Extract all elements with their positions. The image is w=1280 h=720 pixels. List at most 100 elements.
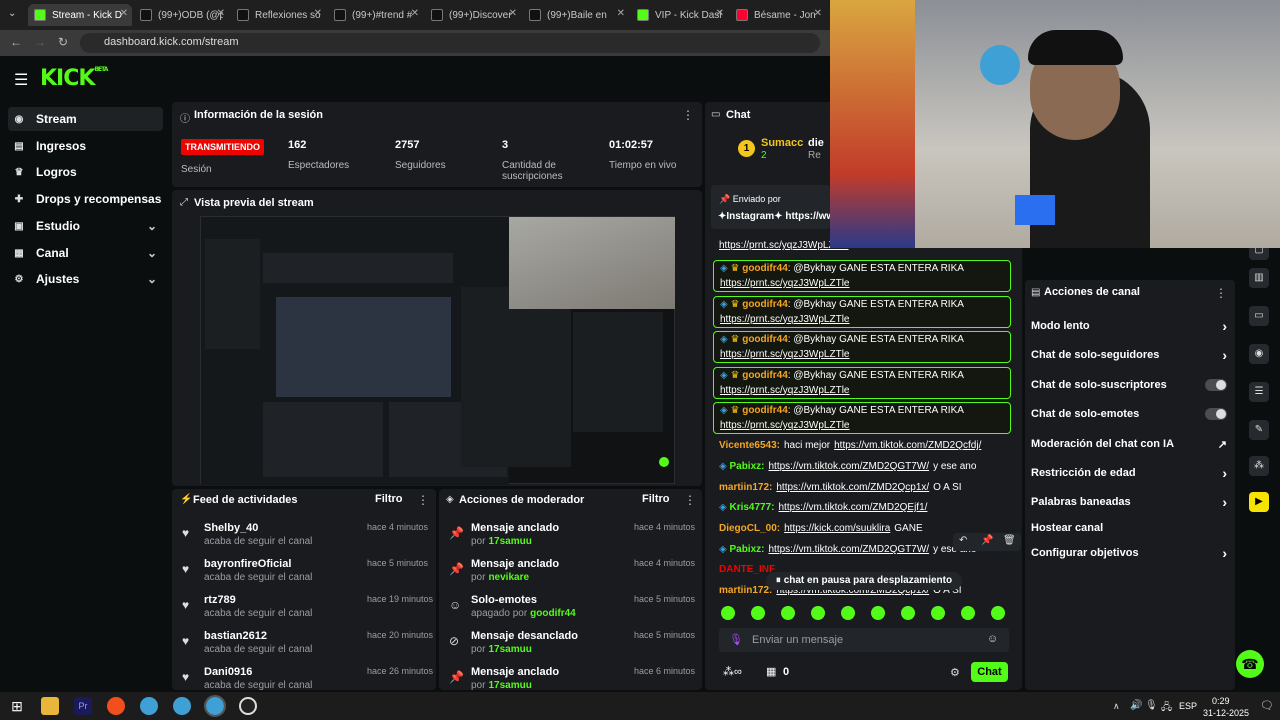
sidebar-item-estudio[interactable]: ▣ Estudio ⌄ xyxy=(8,214,163,238)
emote-icon[interactable] xyxy=(811,606,825,620)
emote-icon[interactable] xyxy=(901,606,915,620)
speaker-icon[interactable]: 🔊 xyxy=(1130,700,1142,711)
chat-message[interactable]: ◈ Pabixz: https://vm.tiktok.com/ZMD2QGT7W… xyxy=(719,461,976,472)
browser-tab[interactable]: Bésame - Jon ✕ xyxy=(730,4,826,26)
tab-close-icon[interactable]: ✕ xyxy=(314,8,322,19)
forward-icon[interactable]: → xyxy=(34,35,46,49)
chat-link[interactable]: https://vm.tiktok.com/ZMD2QEjf1/ xyxy=(779,502,928,513)
browser-tab[interactable]: Reflexiones sol ✕ xyxy=(231,4,326,26)
pin-icon[interactable]: 📌 xyxy=(981,535,993,546)
chat-input[interactable]: 🎙 Enviar un mensaje ☺ xyxy=(719,628,1009,652)
chevron-down-icon[interactable]: ⌄ xyxy=(147,246,157,260)
chevron-right-icon[interactable]: › xyxy=(1222,465,1227,481)
emote-icon[interactable] xyxy=(841,606,855,620)
emoji-icon[interactable]: ☺ xyxy=(987,633,998,645)
kick-logo[interactable]: KICKBETA xyxy=(40,66,108,91)
modaction-user[interactable]: 17samuu xyxy=(488,680,531,691)
chat-link[interactable]: https://vm.tiktok.com/ZMD2Qcfdj/ xyxy=(834,440,981,451)
chat-message[interactable]: Vicente6543: haci mejor https://vm.tiktok.… xyxy=(719,440,981,451)
emote-icon[interactable] xyxy=(751,606,765,620)
emote-icon[interactable] xyxy=(991,606,1005,620)
chevron-right-icon[interactable]: › xyxy=(1222,494,1227,510)
modaction-item[interactable]: ⊘ Mensaje desanclado por 17samuu hace 5 minu… xyxy=(439,630,702,664)
chevron-down-icon[interactable]: ⌄ xyxy=(147,219,157,233)
layout-icon[interactable]: ☰ xyxy=(1249,382,1269,402)
emote-icon[interactable] xyxy=(961,606,975,620)
tab-close-icon[interactable]: ✕ xyxy=(814,8,822,19)
chat-message[interactable]: martiin172: https://vm.tiktok.com/ZMD2Qcp… xyxy=(719,482,962,493)
feed-filter-button[interactable]: Filtro xyxy=(375,493,403,505)
browser-tab[interactable]: Stream - Kick D ✕ xyxy=(28,4,132,26)
feed-user-name[interactable]: rtz789 xyxy=(204,594,236,606)
pinned-text[interactable]: ✦Instagram✦ https://ww xyxy=(718,211,830,222)
brave-icon[interactable] xyxy=(107,697,125,715)
windows-start-icon[interactable]: ⊞ xyxy=(8,697,26,715)
grid-icon[interactable]: ▥ xyxy=(1249,268,1269,288)
highlighted-chat-message[interactable]: ◈ ♛ goodifr44: @Bykhay GANE ESTA ENTERA … xyxy=(713,331,1011,363)
modaction-item[interactable]: 📌 Mensaje anclado por 17samuu hace 4 minutos xyxy=(439,522,702,556)
chat-link[interactable]: https://kick.com/suuklira xyxy=(784,523,890,534)
channel-action-hostear-canal[interactable]: Hostear canal xyxy=(1031,518,1227,538)
points-icon[interactable]: ▦ xyxy=(766,665,776,678)
pinned-message[interactable] xyxy=(711,185,830,229)
modaction-item[interactable]: 📌 Mensaje anclado por nevikare hace 4 minuto… xyxy=(439,558,702,592)
browser-tab[interactable]: VIP - Kick Dash ✕ xyxy=(631,4,728,26)
bubbles-icon[interactable]: ⁂ xyxy=(1249,456,1269,476)
chat-link[interactable]: https://vm.tiktok.com/ZMD2QGT7W/ xyxy=(768,544,929,555)
chevron-down-icon[interactable]: ⌄ xyxy=(147,272,157,286)
support-icon[interactable]: ☎ xyxy=(1236,650,1264,678)
chat-username[interactable]: goodifr44 xyxy=(742,405,788,416)
chat-link[interactable]: https://prnt.sc/yqzJ3WpLZTle xyxy=(720,385,850,396)
emote-icon[interactable] xyxy=(931,606,945,620)
feed-user-name[interactable]: bayronfireOficial xyxy=(204,558,291,570)
modaction-user[interactable]: 17samuu xyxy=(488,644,531,655)
chat-username[interactable]: goodifr44 xyxy=(742,334,788,345)
chrome-profile-icon[interactable] xyxy=(173,697,191,715)
chat-username[interactable]: DiegoCL_00: xyxy=(719,523,780,534)
tab-close-icon[interactable]: ✕ xyxy=(120,8,128,19)
back-icon[interactable]: ← xyxy=(10,35,22,49)
channel-action-configurar-objetivos[interactable]: Configurar objetivos › xyxy=(1031,543,1227,563)
tab-close-icon[interactable]: ✕ xyxy=(509,8,517,19)
chat-username[interactable]: Pabixz: xyxy=(729,461,764,472)
comment-icon[interactable]: ▭ xyxy=(1249,306,1269,326)
emote-icon[interactable] xyxy=(871,606,885,620)
network-icon[interactable]: 🖧 xyxy=(1161,700,1172,717)
stream-preview-video[interactable] xyxy=(200,216,675,485)
mic-tray-icon[interactable]: 🎙 xyxy=(1145,700,1158,711)
chat-send-button[interactable]: Chat xyxy=(971,662,1008,682)
feed-user-name[interactable]: bastian2612 xyxy=(204,630,267,642)
file-explorer-icon[interactable] xyxy=(41,697,59,715)
chrome-active-icon[interactable] xyxy=(204,695,226,717)
channel-action-chat-de-solo-suscriptores[interactable]: Chat de solo-suscriptores xyxy=(1031,375,1227,395)
modactions-filter-button[interactable]: Filtro xyxy=(642,493,670,505)
modaction-item[interactable]: ☺ Solo-emotes apagado por goodifr44 hace 5 m… xyxy=(439,594,702,628)
chat-message[interactable]: DANTE_INF xyxy=(719,564,775,575)
chat-paused-banner[interactable]: ⏸ chat en pausa para desplazamiento xyxy=(766,572,962,590)
feed-user-name[interactable]: Dani0916 xyxy=(204,666,252,678)
chat-username[interactable]: Vicente6543: xyxy=(719,440,780,451)
chrome-icon[interactable] xyxy=(140,697,158,715)
chat-username[interactable]: goodifr44 xyxy=(742,370,788,381)
obs-icon[interactable] xyxy=(239,697,257,715)
second-user-name[interactable]: die xyxy=(808,137,824,149)
tab-list-icon[interactable]: ⌄ xyxy=(8,8,16,19)
channel-action-chat-de-solo-emotes[interactable]: Chat de solo-emotes xyxy=(1031,404,1227,424)
sidebar-item-drops-y-recompensas[interactable]: ✚ Drops y recompensas xyxy=(8,187,163,211)
sidebar-item-ajustes[interactable]: ⚙ Ajustes ⌄ xyxy=(8,267,163,291)
modaction-user[interactable]: nevikare xyxy=(488,572,529,583)
feed-item[interactable]: ♥ bayronfireOficial acaba de seguir el can… xyxy=(172,558,436,592)
broadcast-icon[interactable]: ◉ xyxy=(1249,344,1269,364)
notification-icon[interactable]: 🗨 xyxy=(1260,699,1274,712)
chat-link[interactable]: https://prnt.sc/yqzJ3WpLZTle xyxy=(720,349,850,360)
chat-message[interactable]: ◈ Pabixz: https://vm.tiktok.com/ZMD2QGT7W… xyxy=(719,544,976,555)
channel-action-chat-de-solo-seguidores[interactable]: Chat de solo-seguidores › xyxy=(1031,345,1227,365)
chat-link[interactable]: https://prnt.sc/yqzJ3WpLZTle xyxy=(720,314,850,325)
external-link-icon[interactable]: ↗ xyxy=(1218,438,1227,451)
chat-username[interactable]: Kris4777: xyxy=(729,502,774,513)
tab-close-icon[interactable]: ✕ xyxy=(617,8,625,19)
highlighted-chat-message[interactable]: ◈ ♛ goodifr44: @Bykhay GANE ESTA ENTERA … xyxy=(713,402,1011,434)
chat-link[interactable]: https://vm.tiktok.com/ZMD2QGT7W/ xyxy=(768,461,929,472)
delete-icon[interactable]: 🗑 xyxy=(1003,535,1016,546)
sidebar-item-ingresos[interactable]: ▤ Ingresos xyxy=(8,134,163,158)
